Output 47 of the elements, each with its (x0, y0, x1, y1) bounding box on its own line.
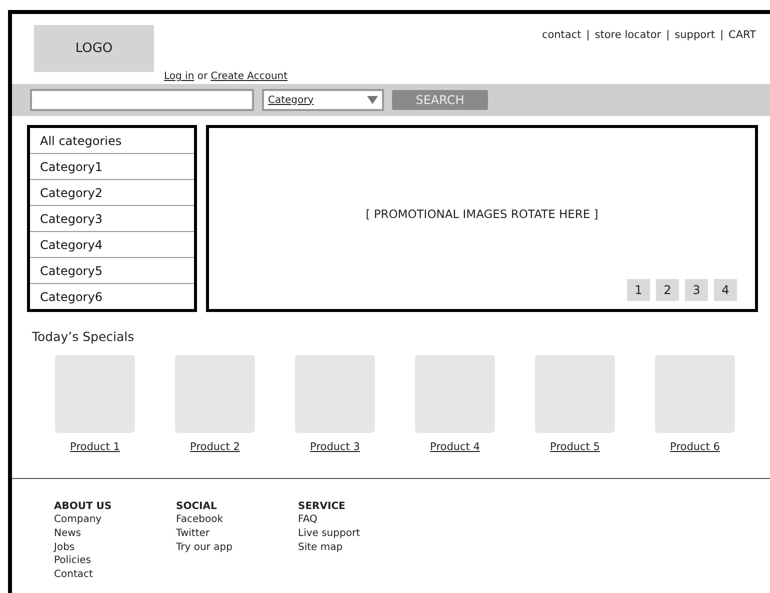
account-link[interactable]: Log in (164, 71, 194, 82)
link-separator: | (720, 28, 724, 43)
product-link[interactable]: Product 6 (670, 440, 720, 456)
footer-heading: SOCIAL (176, 500, 217, 514)
footer-link[interactable]: Jobs (54, 540, 75, 554)
category-select[interactable]: Category (262, 89, 384, 111)
footer-link[interactable]: Live support (298, 526, 360, 541)
product-link[interactable]: Product 5 (550, 440, 600, 456)
footer-link[interactable]: Facebook (176, 513, 223, 527)
category-item[interactable]: Category6 (30, 284, 194, 309)
page-button[interactable]: 2 (656, 279, 679, 301)
footer-link[interactable]: Company (54, 513, 102, 527)
product-link[interactable]: Product 3 (310, 440, 360, 456)
link-separator: | (586, 28, 590, 43)
caret-icon (367, 96, 378, 104)
footer-link[interactable]: Site map (298, 540, 343, 554)
footer-link[interactable]: FAQ (298, 513, 318, 527)
header-link[interactable]: CART (728, 28, 756, 44)
page-button[interactable]: 4 (714, 279, 737, 301)
category-item[interactable]: Category2 (30, 180, 194, 206)
link-separator: | (666, 28, 670, 43)
product-link[interactable]: Product 1 (70, 440, 120, 456)
search-field[interactable] (30, 89, 254, 111)
product-link[interactable]: Product 4 (430, 440, 480, 456)
section-title: Today’s Specials (32, 328, 136, 346)
footer-heading: SERVICE (298, 500, 346, 514)
header-link[interactable]: store locator (594, 28, 662, 44)
promo-text: [ PROMOTIONAL IMAGES ROTATE HERE ] (366, 206, 598, 222)
footer-link[interactable]: Twitter (176, 526, 210, 541)
account-link[interactable]: Create Account (210, 71, 288, 82)
logo-text: LOGO (75, 40, 113, 58)
category-item[interactable]: All categories (30, 128, 194, 154)
footer-link[interactable]: Policies (54, 554, 91, 568)
header-link[interactable]: contact (542, 28, 582, 44)
footer-link[interactable]: Contact (54, 568, 93, 582)
page-button[interactable]: 1 (627, 279, 650, 301)
category-item[interactable]: Category3 (30, 206, 194, 232)
category-item[interactable]: Category1 (30, 154, 194, 180)
footer-link[interactable]: News (54, 526, 82, 541)
category-item[interactable]: Category4 (30, 232, 194, 258)
product-link[interactable]: Product 2 (190, 440, 240, 456)
header-link[interactable]: support (674, 28, 715, 44)
account-text: or (197, 71, 208, 82)
footer-link[interactable]: Try our app (176, 540, 232, 554)
page-button[interactable]: 3 (685, 279, 708, 301)
footer-heading: ABOUT US (54, 500, 112, 514)
category-item[interactable]: Category5 (30, 258, 194, 284)
